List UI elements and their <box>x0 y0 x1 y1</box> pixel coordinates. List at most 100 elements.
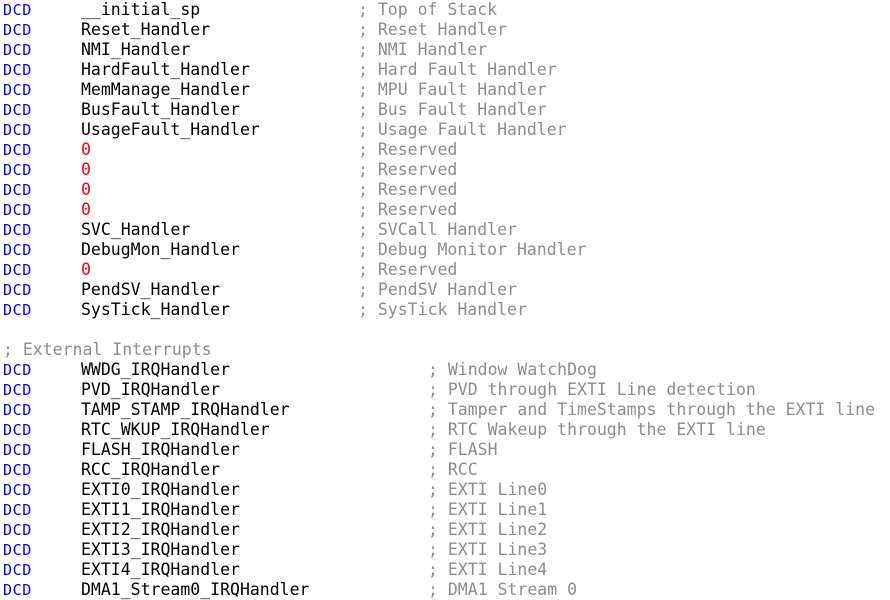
dcd-directive-token: DCD <box>3 181 32 199</box>
dcd-directive-token: DCD <box>3 381 32 399</box>
code-line[interactable]: DCD DMA1_Stream0_IRQHandler ; DMA1 Stream … <box>0 580 890 600</box>
dcd-directive-token: DCD <box>3 101 32 119</box>
comment-token: ; Window WatchDog <box>428 360 597 379</box>
code-line[interactable]: DCD EXTI4_IRQHandler ; EXTI Line4 <box>0 560 890 580</box>
operand-symbol-token: DebugMon_Handler <box>81 240 240 259</box>
dcd-directive-token: DCD <box>3 21 32 39</box>
comment-token: ; Bus Fault Handler <box>358 100 547 119</box>
code-line[interactable]: DCD UsageFault_Handler ; Usage Fault Handl… <box>0 120 890 140</box>
comment-token: ; FLASH <box>428 440 498 459</box>
code-line[interactable]: DCD MemManage_Handler ; MPU Fault Handler <box>0 80 890 100</box>
dcd-directive-token: DCD <box>3 361 32 379</box>
dcd-directive-token: DCD <box>3 501 32 519</box>
code-line[interactable]: DCD NMI_Handler ; NMI Handler <box>0 40 890 60</box>
dcd-directive-token: DCD <box>3 221 32 239</box>
comment-token: ; RCC <box>428 460 478 479</box>
operand-symbol-token: MemManage_Handler <box>81 80 250 99</box>
code-line[interactable]: DCD BusFault_Handler ; Bus Fault Handler <box>0 100 890 120</box>
code-line[interactable]: DCD PVD_IRQHandler ; PVD through EXTI Line… <box>0 380 890 400</box>
operand-symbol-token: NMI_Handler <box>81 40 191 59</box>
code-line[interactable]: DCD 0 ; Reserved <box>0 140 890 160</box>
dcd-directive-token: DCD <box>3 561 32 579</box>
code-line[interactable]: ; External Interrupts <box>0 340 890 360</box>
code-line[interactable]: DCD EXTI3_IRQHandler ; EXTI Line3 <box>0 540 890 560</box>
comment-token: ; EXTI Line2 <box>428 520 548 539</box>
comment-token: ; DMA1 Stream 0 <box>428 580 578 599</box>
code-line[interactable]: DCD 0 ; Reserved <box>0 160 890 180</box>
comment-token: ; Reserved <box>358 140 458 159</box>
code-line[interactable]: DCD RTC_WKUP_IRQHandler ; RTC Wakeup throu… <box>0 420 890 440</box>
operand-symbol-token: SVC_Handler <box>81 220 191 239</box>
operand-symbol-token: FLASH_IRQHandler <box>81 440 240 459</box>
comment-token: ; Debug Monitor Handler <box>358 240 587 259</box>
comment-token: ; PVD through EXTI Line detection <box>428 380 756 399</box>
code-line[interactable]: DCD FLASH_IRQHandler ; FLASH <box>0 440 890 460</box>
code-line[interactable]: DCD Reset_Handler ; Reset Handler <box>0 20 890 40</box>
code-line[interactable]: DCD 0 ; Reserved <box>0 180 890 200</box>
dcd-directive-token: DCD <box>3 541 32 559</box>
comment-token: ; Reserved <box>358 160 458 179</box>
comment-token: ; MPU Fault Handler <box>358 80 547 99</box>
dcd-directive-token: DCD <box>3 41 32 59</box>
operand-symbol-token: UsageFault_Handler <box>81 120 260 139</box>
dcd-directive-token: DCD <box>3 1 32 19</box>
dcd-directive-token: DCD <box>3 121 32 139</box>
code-line[interactable]: DCD TAMP_STAMP_IRQHandler ; Tamper and Tim… <box>0 400 890 420</box>
dcd-directive-token: DCD <box>3 581 32 599</box>
dcd-directive-token: DCD <box>3 521 32 539</box>
dcd-directive-token: DCD <box>3 261 32 279</box>
operand-symbol-token: HardFault_Handler <box>81 60 250 79</box>
code-line[interactable]: DCD 0 ; Reserved <box>0 200 890 220</box>
dcd-directive-token: DCD <box>3 421 32 439</box>
dcd-directive-token: DCD <box>3 461 32 479</box>
operand-symbol-token: SysTick_Handler <box>81 300 231 319</box>
comment-token: ; Reserved <box>358 180 458 199</box>
operand-symbol-token: PendSV_Handler <box>81 280 221 299</box>
operand-number-token: 0 <box>81 180 91 199</box>
operand-number-token: 0 <box>81 260 91 279</box>
code-line[interactable]: DCD EXTI0_IRQHandler ; EXTI Line0 <box>0 480 890 500</box>
code-line[interactable]: DCD 0 ; Reserved <box>0 260 890 280</box>
comment-token: ; Reserved <box>358 260 458 279</box>
code-line[interactable]: DCD __initial_sp ; Top of Stack <box>0 0 890 20</box>
comment-token: ; PendSV Handler <box>358 280 517 299</box>
dcd-directive-token: DCD <box>3 141 32 159</box>
code-line[interactable]: DCD HardFault_Handler ; Hard Fault Handler <box>0 60 890 80</box>
operand-symbol-token: Reset_Handler <box>81 20 211 39</box>
operand-symbol-token: RTC_WKUP_IRQHandler <box>81 420 270 439</box>
comment-token: ; Hard Fault Handler <box>358 60 557 79</box>
code-line[interactable]: DCD SysTick_Handler ; SysTick Handler <box>0 300 890 320</box>
comment-token: ; NMI Handler <box>358 40 488 59</box>
operand-number-token: 0 <box>81 160 91 179</box>
operand-symbol-token: WWDG_IRQHandler <box>81 360 231 379</box>
comment-token: ; SysTick Handler <box>358 300 527 319</box>
operand-symbol-token: BusFault_Handler <box>81 100 240 119</box>
comment-token: ; Reset Handler <box>358 20 508 39</box>
comment-token: ; EXTI Line0 <box>428 480 548 499</box>
operand-number-token: 0 <box>81 200 91 219</box>
section-header-comment: ; External Interrupts <box>3 340 212 359</box>
operand-symbol-token: EXTI1_IRQHandler <box>81 500 240 519</box>
dcd-directive-token: DCD <box>3 61 32 79</box>
operand-number-token: 0 <box>81 140 91 159</box>
code-line[interactable]: DCD SVC_Handler ; SVCall Handler <box>0 220 890 240</box>
code-line[interactable]: DCD EXTI2_IRQHandler ; EXTI Line2 <box>0 520 890 540</box>
comment-token: ; EXTI Line3 <box>428 540 548 559</box>
dcd-directive-token: DCD <box>3 241 32 259</box>
code-line[interactable]: DCD PendSV_Handler ; PendSV Handler <box>0 280 890 300</box>
operand-symbol-token: PVD_IRQHandler <box>81 380 221 399</box>
code-line[interactable]: DCD EXTI1_IRQHandler ; EXTI Line1 <box>0 500 890 520</box>
dcd-directive-token: DCD <box>3 301 32 319</box>
dcd-directive-token: DCD <box>3 81 32 99</box>
operand-symbol-token: EXTI2_IRQHandler <box>81 520 240 539</box>
code-listing[interactable]: DCD __initial_sp ; Top of Stack DCD Reset_Ha… <box>0 0 890 599</box>
comment-token: ; RTC Wakeup through the EXTI line <box>428 420 766 439</box>
code-line[interactable]: DCD RCC_IRQHandler ; RCC <box>0 460 890 480</box>
operand-symbol-token: __initial_sp <box>81 0 201 19</box>
dcd-directive-token: DCD <box>3 441 32 459</box>
comment-token: ; EXTI Line4 <box>428 560 548 579</box>
code-line[interactable]: DCD DebugMon_Handler ; Debug Monitor Handl… <box>0 240 890 260</box>
code-line[interactable]: DCD WWDG_IRQHandler ; Window WatchDog <box>0 360 890 380</box>
comment-token: ; Usage Fault Handler <box>358 120 567 139</box>
dcd-directive-token: DCD <box>3 481 32 499</box>
